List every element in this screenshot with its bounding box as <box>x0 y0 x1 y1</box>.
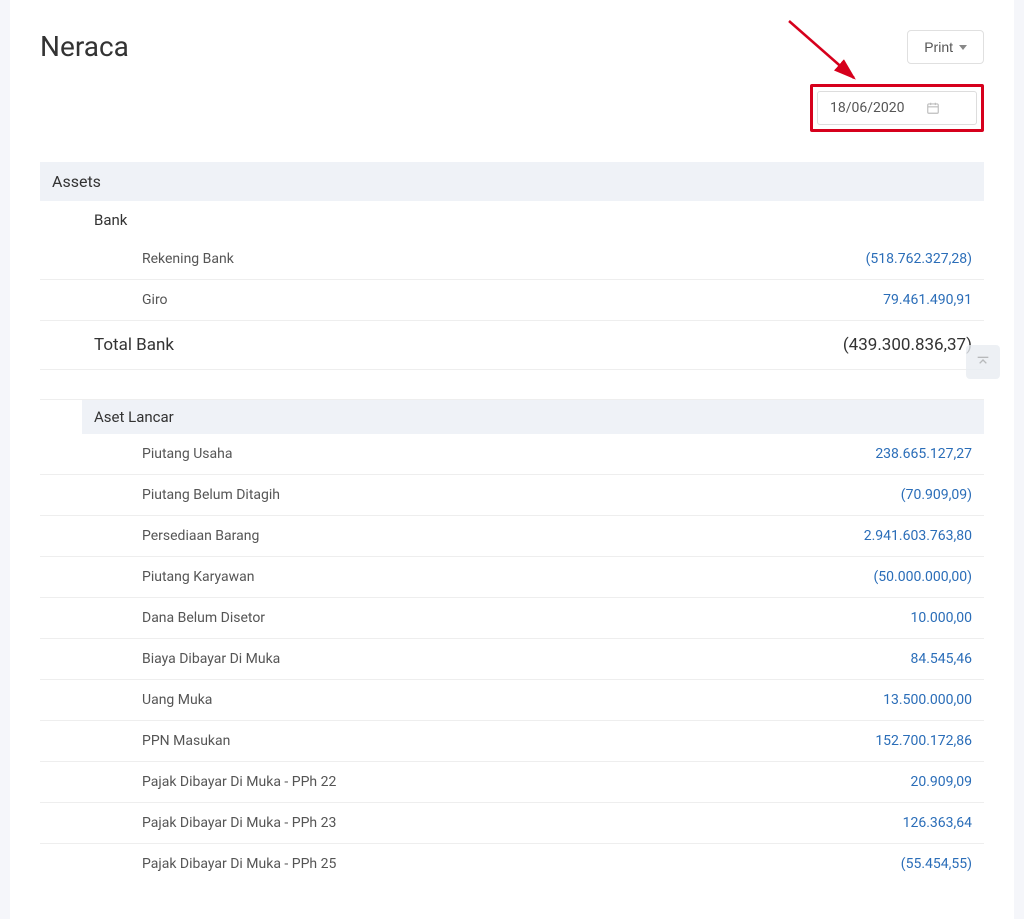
report-page: Neraca Print 18/06/2020 <box>10 0 1014 919</box>
row-value[interactable]: (55.454,55) <box>901 856 972 872</box>
total-bank-row: Total Bank (439.300.836,37) <box>40 321 984 370</box>
subsection-bank: Bank <box>82 201 984 239</box>
table-row: Pajak Dibayar Di Muka - PPh 23 126.363,6… <box>40 803 984 844</box>
print-label: Print <box>924 39 953 55</box>
spacer-row <box>40 370 984 400</box>
table-row: Pajak Dibayar Di Muka - PPh 25 (55.454,5… <box>40 844 984 884</box>
row-label: Pajak Dibayar Di Muka - PPh 25 <box>52 856 336 872</box>
row-value[interactable]: 84.545,46 <box>910 651 972 667</box>
table-row: Pajak Dibayar Di Muka - PPh 22 20.909,09 <box>40 762 984 803</box>
row-label: Persediaan Barang <box>52 528 259 544</box>
subsection-aset-lancar: Aset Lancar <box>82 400 984 434</box>
row-label: PPN Masukan <box>52 733 230 749</box>
header: Neraca Print <box>40 30 984 64</box>
date-highlight-box: 18/06/2020 <box>810 84 984 132</box>
row-value[interactable]: 20.909,09 <box>910 774 972 790</box>
row-label: Dana Belum Disetor <box>52 610 265 626</box>
table-row: Rekening Bank (518.762.327,28) <box>40 239 984 280</box>
arrow-up-icon <box>975 354 991 370</box>
row-label: Giro <box>52 292 168 308</box>
row-label: Pajak Dibayar Di Muka - PPh 22 <box>52 774 336 790</box>
table-row: Piutang Belum Ditagih (70.909,09) <box>40 475 984 516</box>
table-row: Dana Belum Disetor 10.000,00 <box>40 598 984 639</box>
table-row: Persediaan Barang 2.941.603.763,80 <box>40 516 984 557</box>
row-value[interactable]: (70.909,09) <box>901 487 972 503</box>
total-bank-value: (439.300.836,37) <box>843 335 972 355</box>
table-row: PPN Masukan 152.700.172,86 <box>40 721 984 762</box>
row-label: Piutang Belum Ditagih <box>52 487 280 503</box>
scroll-to-top-button[interactable] <box>966 345 1000 379</box>
total-bank-label: Total Bank <box>52 335 174 355</box>
date-area: 18/06/2020 <box>40 84 984 132</box>
calendar-icon <box>926 101 940 115</box>
row-value[interactable]: 79.461.490,91 <box>883 292 972 308</box>
table-row: Biaya Dibayar Di Muka 84.545,46 <box>40 639 984 680</box>
row-label: Piutang Usaha <box>52 446 232 462</box>
chevron-down-icon <box>959 45 967 50</box>
section-assets: Assets <box>40 162 984 201</box>
row-label: Piutang Karyawan <box>52 569 255 585</box>
row-value[interactable]: (50.000.000,00) <box>874 569 973 585</box>
table-row: Uang Muka 13.500.000,00 <box>40 680 984 721</box>
row-value[interactable]: 2.941.603.763,80 <box>864 528 972 544</box>
row-label: Biaya Dibayar Di Muka <box>52 651 280 667</box>
row-value[interactable]: 152.700.172,86 <box>875 733 972 749</box>
row-value[interactable]: 238.665.127,27 <box>875 446 972 462</box>
date-input[interactable]: 18/06/2020 <box>817 91 977 125</box>
row-label: Uang Muka <box>52 692 212 708</box>
row-value[interactable]: (518.762.327,28) <box>866 251 972 267</box>
table-row: Giro 79.461.490,91 <box>40 280 984 321</box>
date-value: 18/06/2020 <box>830 100 905 116</box>
row-label: Pajak Dibayar Di Muka - PPh 23 <box>52 815 336 831</box>
page-title: Neraca <box>40 30 129 63</box>
table-row: Piutang Usaha 238.665.127,27 <box>40 434 984 475</box>
row-value[interactable]: 13.500.000,00 <box>883 692 972 708</box>
row-value[interactable]: 126.363,64 <box>903 815 972 831</box>
row-value[interactable]: 10.000,00 <box>910 610 972 626</box>
table-row: Piutang Karyawan (50.000.000,00) <box>40 557 984 598</box>
print-button[interactable]: Print <box>907 30 984 64</box>
row-label: Rekening Bank <box>52 251 234 267</box>
